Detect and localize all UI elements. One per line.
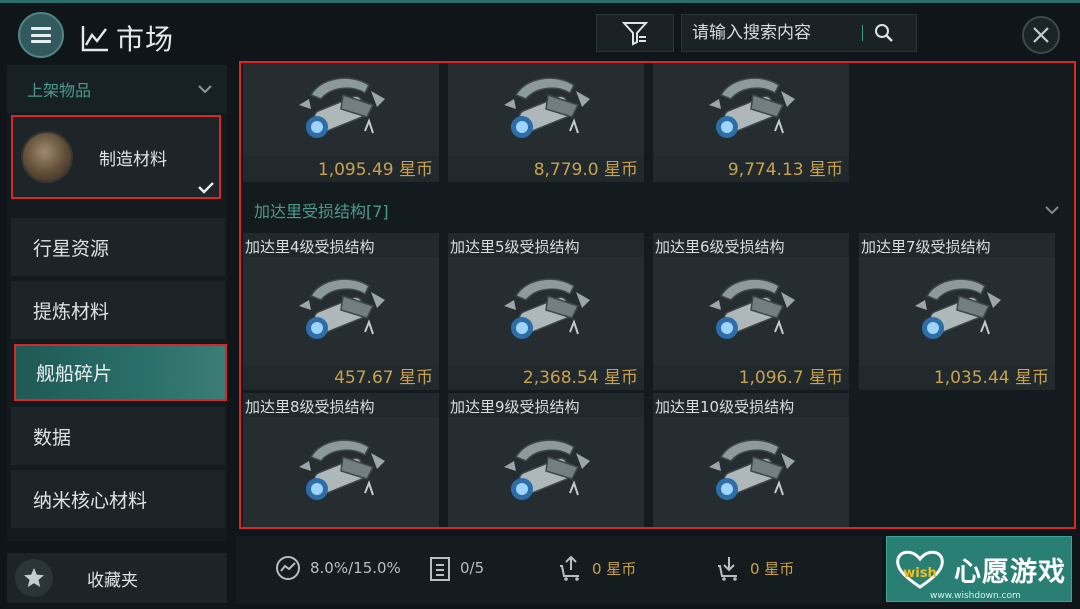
item-image: [448, 417, 644, 527]
item-image: [653, 257, 849, 365]
item-image: [243, 257, 439, 365]
item-card[interactable]: 8,779.0 星币: [448, 63, 644, 182]
favorites-button[interactable]: 收藏夹: [7, 553, 227, 603]
menu-icon: [31, 27, 51, 43]
buy-amount: 0 星币: [750, 559, 795, 578]
item-name: 加达里7级受损结构: [861, 238, 991, 256]
category-refined-materials[interactable]: 提炼材料: [11, 281, 225, 339]
item-price: 2,368.54 星币: [522, 368, 638, 388]
buy-total[interactable]: 0 星币: [716, 554, 794, 582]
section-title: 上架物品: [27, 81, 92, 100]
listed-items-header[interactable]: 上架物品: [7, 65, 227, 113]
item-image: [448, 63, 644, 156]
item-image: [859, 257, 1055, 365]
category-ship-fragments[interactable]: 舰船碎片: [14, 344, 227, 401]
group-title: 加达里受损结构[7]: [254, 202, 389, 221]
category-data[interactable]: 数据: [11, 407, 225, 465]
item-price: 1,095.49 星币: [317, 160, 433, 180]
item-name: 加达里6级受损结构: [655, 238, 785, 256]
item-price: 8,779.0 星币: [533, 160, 638, 180]
filter-icon: [622, 22, 648, 46]
item-image: [243, 417, 439, 527]
item-image: [448, 257, 644, 365]
top-accent-line: [0, 0, 1080, 3]
sell-icon: [560, 555, 579, 581]
item-price: 457.67 星币: [334, 368, 433, 388]
selected-category-label: 制造材料: [99, 149, 167, 170]
favorites-label: 收藏夹: [87, 570, 138, 591]
star-icon: [15, 559, 53, 597]
item-card[interactable]: 9,774.13 星币: [653, 63, 849, 182]
page-title: 市场: [116, 23, 175, 56]
search-separator: [862, 25, 863, 41]
item-name: 加达里9级受损结构: [450, 398, 580, 416]
item-name: 加达里8级受损结构: [245, 398, 375, 416]
item-price: 9,774.13 星币: [727, 160, 843, 180]
watermark-logo: wish 心愿游戏: [892, 547, 1066, 591]
item-name: 加达里4级受损结构: [245, 238, 375, 256]
item-price: 1,096.7 星币: [738, 368, 843, 388]
filter-button[interactable]: [596, 14, 674, 52]
item-image: [653, 417, 849, 527]
item-card[interactable]: 加达里10级受损结构: [653, 393, 849, 527]
chevron-down-icon: [198, 85, 212, 94]
selected-category-card[interactable]: 制造材料: [11, 115, 221, 199]
tax-rate[interactable]: 8.0%/15.0%: [274, 554, 401, 582]
category-label: 舰船碎片: [36, 363, 113, 385]
item-card[interactable]: 加达里9级受损结构: [448, 393, 644, 527]
item-price: 1,035.44 星币: [933, 368, 1049, 388]
orders-value: 0/5: [460, 559, 485, 577]
category-label: 提炼材料: [33, 300, 110, 323]
gauge-icon: [276, 556, 300, 580]
item-card[interactable]: 1,095.49 星币: [243, 63, 439, 182]
item-grid: 1,095.49 星币 8,779.0 星币 9,774.13 星币 加达里受损…: [239, 61, 1076, 529]
buy-icon: [718, 557, 737, 581]
item-card[interactable]: 加达里5级受损结构 2,368.54 星币: [448, 233, 644, 390]
item-card[interactable]: 加达里6级受损结构 1,096.7 星币: [653, 233, 849, 390]
search-icon[interactable]: [873, 22, 895, 44]
check-icon: [198, 182, 214, 194]
market-footer: 8.0%/15.0% 0/5 0 星币 0 星币: [236, 536, 882, 604]
chart-icon: [81, 26, 108, 52]
close-button[interactable]: [1022, 16, 1060, 54]
search-bar: [681, 14, 917, 52]
category-label: 数据: [33, 426, 72, 449]
page-header: 市场: [80, 18, 174, 58]
clipboard-icon: [430, 557, 450, 581]
item-image: [653, 63, 849, 156]
category-label: 行星资源: [33, 237, 110, 260]
item-card[interactable]: 加达里7级受损结构 1,035.44 星币: [859, 233, 1055, 390]
sell-total[interactable]: 0 星币: [558, 554, 636, 582]
search-input[interactable]: [692, 23, 862, 43]
sell-amount: 0 星币: [592, 559, 637, 578]
item-card[interactable]: 加达里4级受损结构 457.67 星币: [243, 233, 439, 390]
menu-button[interactable]: [18, 12, 64, 58]
material-ore-icon: [21, 131, 73, 183]
category-label: 纳米核心材料: [33, 489, 148, 512]
item-card[interactable]: 加达里8级受损结构: [243, 393, 439, 527]
item-name: 加达里5级受损结构: [450, 238, 580, 256]
sidebar: 上架物品 制造材料 行星资源 提炼材料 舰船碎片 数据 纳米核心材料: [7, 65, 227, 541]
category-nanocore-materials[interactable]: 纳米核心材料: [11, 470, 225, 528]
order-count[interactable]: 0/5: [428, 554, 484, 582]
group-header[interactable]: 加达里受损结构[7]: [241, 191, 1074, 229]
item-name: 加达里10级受损结构: [655, 398, 795, 416]
category-planet-resources[interactable]: 行星资源: [11, 218, 225, 276]
watermark-brand: 心愿游戏: [954, 556, 1066, 588]
svg-text:wish: wish: [903, 566, 936, 581]
watermark-url: www.wishdown.com: [930, 591, 1021, 601]
close-icon: [1033, 27, 1049, 43]
chevron-down-icon: [1045, 206, 1059, 215]
tax-value: 8.0%/15.0%: [310, 559, 401, 577]
heart-logo-icon: wish: [896, 550, 944, 589]
item-image: [243, 63, 439, 156]
